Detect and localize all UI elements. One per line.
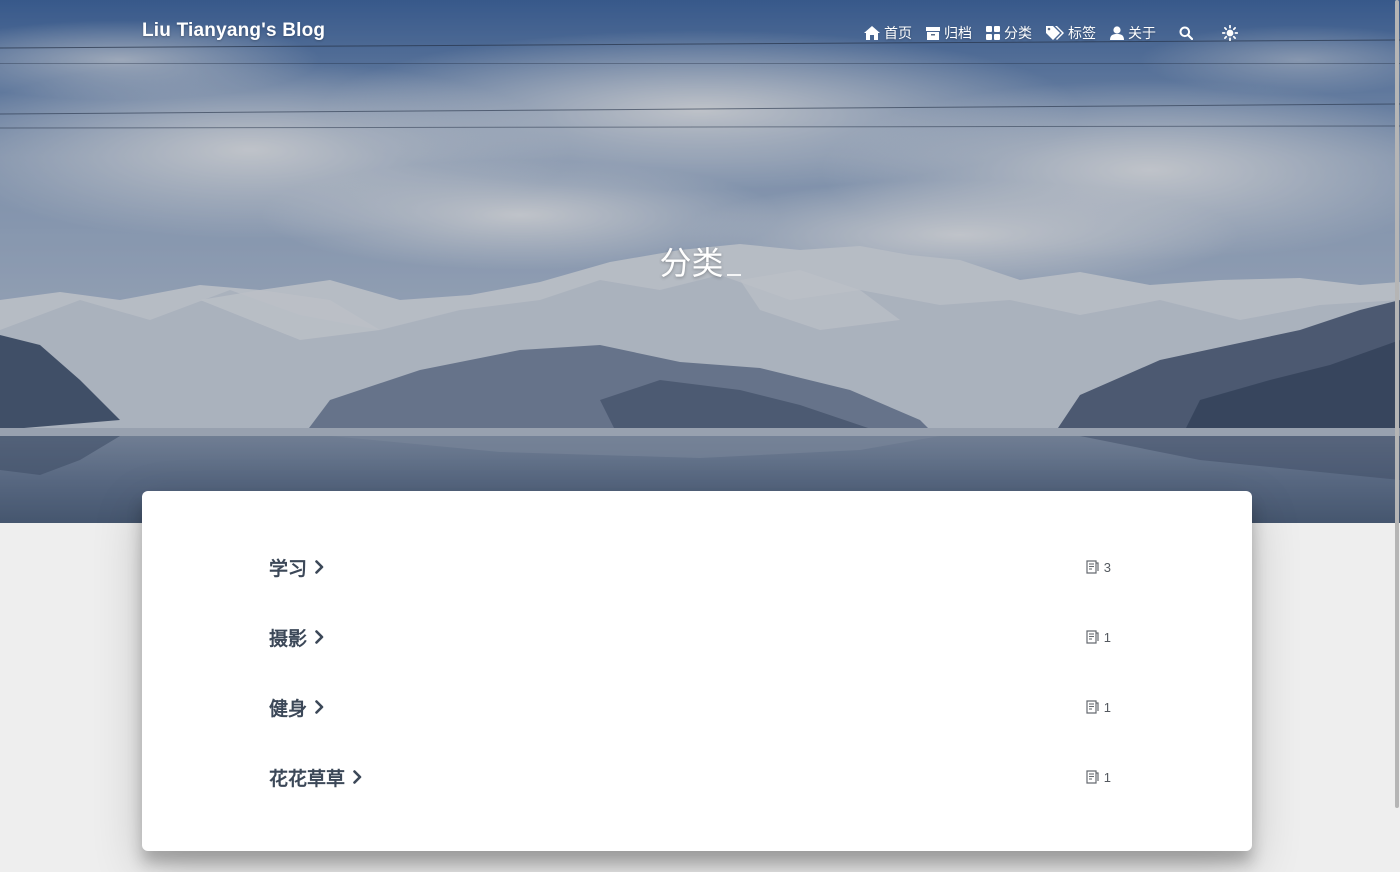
chevron-right-icon <box>315 560 324 574</box>
theme-toggle-button[interactable] <box>1220 23 1240 43</box>
category-post-count: 1 <box>1086 630 1111 645</box>
category-count-value: 1 <box>1103 629 1111 645</box>
nav-item-label: 首页 <box>884 26 912 42</box>
nav-menu: 首页 归档 分类 标签 关于 <box>864 23 1258 43</box>
home-icon <box>864 26 880 40</box>
category-count-value: 3 <box>1103 559 1111 575</box>
nav-item-home[interactable]: 首页 <box>864 23 912 43</box>
archive-icon <box>926 26 940 40</box>
category-item: 健身 1 <box>269 692 1111 722</box>
user-icon <box>1110 26 1124 40</box>
category-post-count: 3 <box>1086 560 1111 575</box>
scrollbar-thumb[interactable] <box>1395 0 1399 808</box>
search-icon <box>1179 26 1193 40</box>
category-item: 学习 3 <box>269 552 1111 582</box>
page-scrollbar[interactable] <box>1394 0 1400 872</box>
typing-cursor <box>726 274 741 276</box>
page-title: 分类 <box>0 238 1400 284</box>
category-link[interactable]: 健身 <box>269 694 324 721</box>
categories-icon <box>986 26 1000 40</box>
category-name: 学习 <box>269 557 308 580</box>
category-link[interactable]: 摄影 <box>269 624 324 651</box>
chevron-right-icon <box>315 630 324 644</box>
nav-item-label: 标签 <box>1068 26 1096 42</box>
category-count-value: 1 <box>1103 769 1111 785</box>
category-name: 健身 <box>269 697 308 720</box>
category-item: 摄影 1 <box>269 622 1111 652</box>
chevron-right-icon <box>353 770 362 784</box>
category-item: 花花草草 1 <box>269 762 1111 792</box>
category-name: 花花草草 <box>269 767 346 790</box>
top-navbar: Liu Tianyang's Blog 首页 归档 分类 标签 关于 <box>0 0 1400 64</box>
post-count-icon <box>1086 560 1099 574</box>
category-post-count: 1 <box>1086 700 1111 715</box>
sun-icon <box>1222 25 1238 41</box>
category-count-value: 1 <box>1103 699 1111 715</box>
nav-item-label: 归档 <box>944 26 972 42</box>
category-link[interactable]: 学习 <box>269 554 324 581</box>
category-list-card: 学习 3 摄影 1 健身 1 花花草草 1 <box>142 491 1252 851</box>
nav-item-categories[interactable]: 分类 <box>986 23 1032 43</box>
site-brand[interactable]: Liu Tianyang's Blog <box>142 20 325 42</box>
tags-icon <box>1046 26 1064 40</box>
category-post-count: 1 <box>1086 770 1111 785</box>
nav-item-archive[interactable]: 归档 <box>926 23 972 43</box>
nav-item-label: 分类 <box>1004 26 1032 42</box>
post-count-icon <box>1086 630 1099 644</box>
nav-item-label: 关于 <box>1128 26 1156 42</box>
page-title-text: 分类 <box>659 244 724 282</box>
post-count-icon <box>1086 770 1099 784</box>
post-count-icon <box>1086 700 1099 714</box>
search-button[interactable] <box>1176 23 1196 43</box>
category-name: 摄影 <box>269 627 308 650</box>
chevron-right-icon <box>315 700 324 714</box>
category-link[interactable]: 花花草草 <box>269 764 362 791</box>
nav-item-tags[interactable]: 标签 <box>1046 23 1096 43</box>
nav-item-about[interactable]: 关于 <box>1110 23 1156 43</box>
